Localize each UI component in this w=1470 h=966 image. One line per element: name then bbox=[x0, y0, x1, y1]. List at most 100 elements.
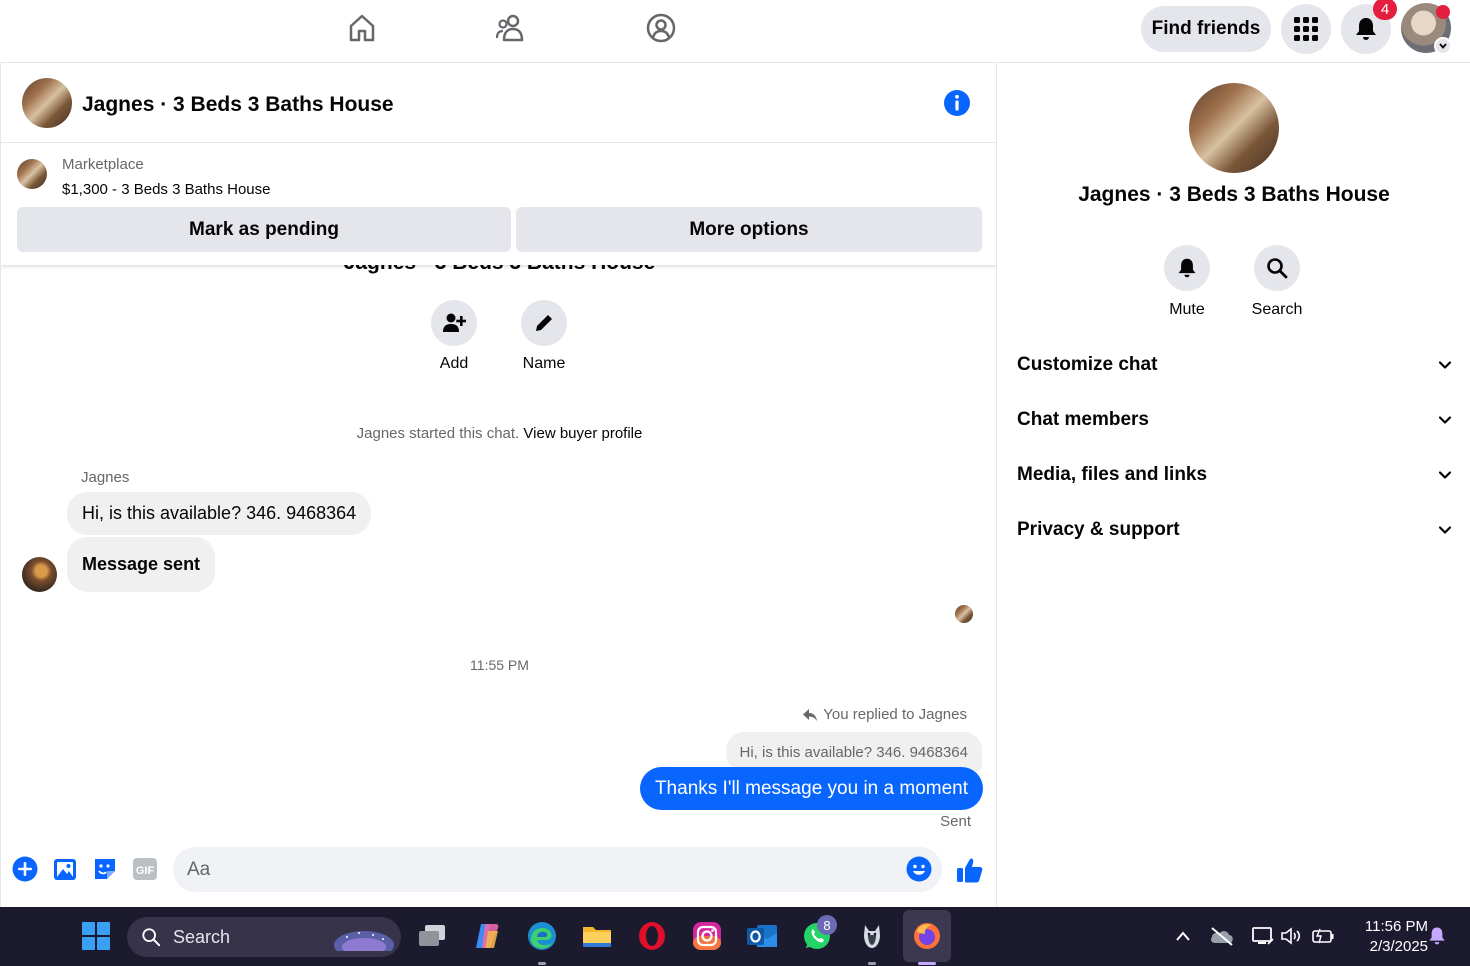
profile-status-dot bbox=[1436, 5, 1450, 19]
friends-icon[interactable] bbox=[493, 10, 529, 46]
chat-details-panel: Jagnes · 3 Beds 3 Baths House Mute Searc… bbox=[998, 63, 1470, 907]
notification-center-icon[interactable] bbox=[1422, 919, 1452, 953]
search-icon bbox=[1267, 258, 1288, 279]
find-friends-button[interactable]: Find friends bbox=[1141, 6, 1271, 52]
task-view-icon[interactable] bbox=[415, 919, 449, 953]
search-highlight-image bbox=[334, 931, 394, 951]
info-icon[interactable] bbox=[944, 90, 970, 116]
volume-icon[interactable] bbox=[1276, 919, 1306, 953]
search-action[interactable]: Search bbox=[1237, 245, 1317, 319]
view-buyer-profile-link[interactable]: View buyer profile bbox=[523, 425, 642, 442]
windows-taskbar: Search 8 11:56 PM 2/3/2025 bbox=[0, 907, 1470, 966]
add-label: Add bbox=[439, 355, 469, 372]
photo-icon[interactable] bbox=[52, 856, 78, 882]
bell-icon bbox=[1356, 18, 1376, 40]
thumbs-up-icon[interactable] bbox=[956, 856, 984, 884]
seen-indicator-avatar bbox=[955, 605, 973, 623]
taskbar-search-label: Search bbox=[173, 926, 231, 947]
active-indicator bbox=[918, 962, 936, 965]
section-label: Media, files and links bbox=[1017, 464, 1208, 485]
onedrive-offline-icon[interactable] bbox=[1206, 919, 1238, 953]
top-navigation-bar: Find friends 4 bbox=[0, 0, 1470, 63]
home-icon[interactable] bbox=[344, 10, 380, 46]
marketplace-card: Marketplace $1,300 - 3 Beds 3 Baths Hous… bbox=[1, 144, 996, 265]
details-title: Jagnes · 3 Beds 3 Baths House bbox=[1078, 183, 1390, 206]
more-options-button[interactable]: More options bbox=[516, 207, 982, 252]
sender-avatar[interactable] bbox=[22, 557, 57, 592]
section-label: Customize chat bbox=[1017, 354, 1158, 375]
listing-title[interactable]: $1,300 - 3 Beds 3 Baths House bbox=[62, 181, 270, 198]
chevron-down-icon bbox=[1438, 416, 1452, 424]
whatsapp-notification-badge: 8 bbox=[817, 915, 837, 935]
add-person-icon bbox=[443, 313, 466, 332]
svg-text:GIF: GIF bbox=[136, 865, 155, 877]
groups-icon[interactable] bbox=[643, 10, 679, 46]
add-member-action[interactable]: Add bbox=[424, 300, 484, 373]
chevron-down-icon bbox=[1438, 471, 1452, 479]
pencil-icon bbox=[536, 315, 552, 331]
running-indicator bbox=[868, 962, 876, 965]
outgoing-message[interactable]: Thanks I'll message you in a moment bbox=[639, 767, 983, 810]
gif-icon[interactable]: GIF bbox=[132, 856, 158, 882]
chevron-down-icon bbox=[1438, 526, 1452, 534]
name-label: Name bbox=[522, 355, 566, 372]
outlook-icon[interactable] bbox=[745, 919, 779, 953]
reply-context-label: You replied to Jagnes bbox=[823, 706, 967, 723]
copilot-icon[interactable] bbox=[470, 919, 504, 953]
chat-title[interactable]: Jagnes · 3 Beds 3 Baths House bbox=[82, 93, 394, 117]
taskbar-clock[interactable]: 11:56 PM 2/3/2025 bbox=[1342, 917, 1428, 957]
marketplace-label: Marketplace bbox=[62, 156, 144, 173]
sender-name: Jagnes bbox=[81, 469, 130, 486]
message-timestamp: 11:55 PM bbox=[470, 657, 529, 673]
details-avatar[interactable] bbox=[1189, 83, 1279, 173]
apps-menu-button[interactable] bbox=[1281, 4, 1331, 54]
emoji-icon[interactable] bbox=[906, 856, 932, 882]
notification-count-badge: 4 bbox=[1373, 0, 1397, 20]
chevron-down-icon bbox=[1438, 361, 1452, 369]
instagram-icon[interactable] bbox=[690, 919, 724, 953]
chat-header: Jagnes · 3 Beds 3 Baths House bbox=[1, 63, 996, 143]
message-composer: GIF bbox=[1, 843, 996, 907]
show-hidden-icons-icon[interactable] bbox=[1167, 919, 1199, 953]
reply-context: You replied to Jagnes bbox=[803, 706, 967, 723]
bell-icon bbox=[1178, 258, 1196, 278]
running-indicator bbox=[538, 962, 546, 965]
search-icon bbox=[142, 928, 161, 947]
quoted-message[interactable]: Hi, is this available? 346. 9468364 bbox=[725, 732, 982, 772]
listing-thumbnail[interactable] bbox=[17, 159, 47, 189]
mute-action[interactable]: Mute bbox=[1147, 245, 1227, 319]
name-chat-action[interactable]: Name bbox=[514, 300, 574, 373]
system-message: Jagnes started this chat. View buyer pro… bbox=[1, 425, 996, 442]
search-label: Search bbox=[1251, 301, 1303, 318]
section-label: Privacy & support bbox=[1017, 519, 1180, 540]
chat-avatar[interactable] bbox=[22, 78, 72, 128]
file-explorer-icon[interactable] bbox=[580, 919, 614, 953]
battery-icon[interactable] bbox=[1307, 919, 1339, 953]
network-icon[interactable] bbox=[1247, 919, 1279, 953]
clock-date: 2/3/2025 bbox=[1369, 938, 1428, 955]
chat-panel: Jagnes · 3 Beds 3 Baths House Marketplac… bbox=[0, 63, 997, 907]
mark-as-pending-button[interactable]: Mark as pending bbox=[17, 207, 511, 252]
system-message-text: Jagnes started this chat. bbox=[356, 425, 520, 442]
windows-start-icon[interactable] bbox=[79, 919, 113, 953]
chevron-down-icon[interactable] bbox=[1434, 37, 1452, 55]
plus-circle-icon[interactable] bbox=[12, 856, 38, 882]
mute-label: Mute bbox=[1169, 301, 1205, 318]
privacy-support-section[interactable]: Privacy & support bbox=[1017, 510, 1453, 550]
app-penguin-icon[interactable] bbox=[855, 919, 889, 953]
apps-grid-icon bbox=[1294, 17, 1318, 41]
incoming-message[interactable]: Hi, is this available? 346. 9468364 bbox=[67, 492, 372, 535]
opera-browser-icon[interactable] bbox=[635, 919, 669, 953]
taskbar-search-box[interactable]: Search bbox=[127, 917, 401, 957]
message-input[interactable] bbox=[173, 847, 942, 892]
customize-chat-section[interactable]: Customize chat bbox=[1017, 345, 1453, 385]
chat-members-section[interactable]: Chat members bbox=[1017, 400, 1453, 440]
message-status: Sent bbox=[940, 813, 971, 830]
section-label: Chat members bbox=[1017, 409, 1149, 430]
media-files-links-section[interactable]: Media, files and links bbox=[1017, 455, 1453, 495]
sticker-icon[interactable] bbox=[92, 856, 118, 882]
firefox-icon[interactable] bbox=[910, 919, 944, 953]
edge-browser-icon[interactable] bbox=[525, 919, 559, 953]
reply-arrow-icon bbox=[803, 708, 818, 721]
incoming-message[interactable]: Message sent bbox=[67, 537, 216, 592]
